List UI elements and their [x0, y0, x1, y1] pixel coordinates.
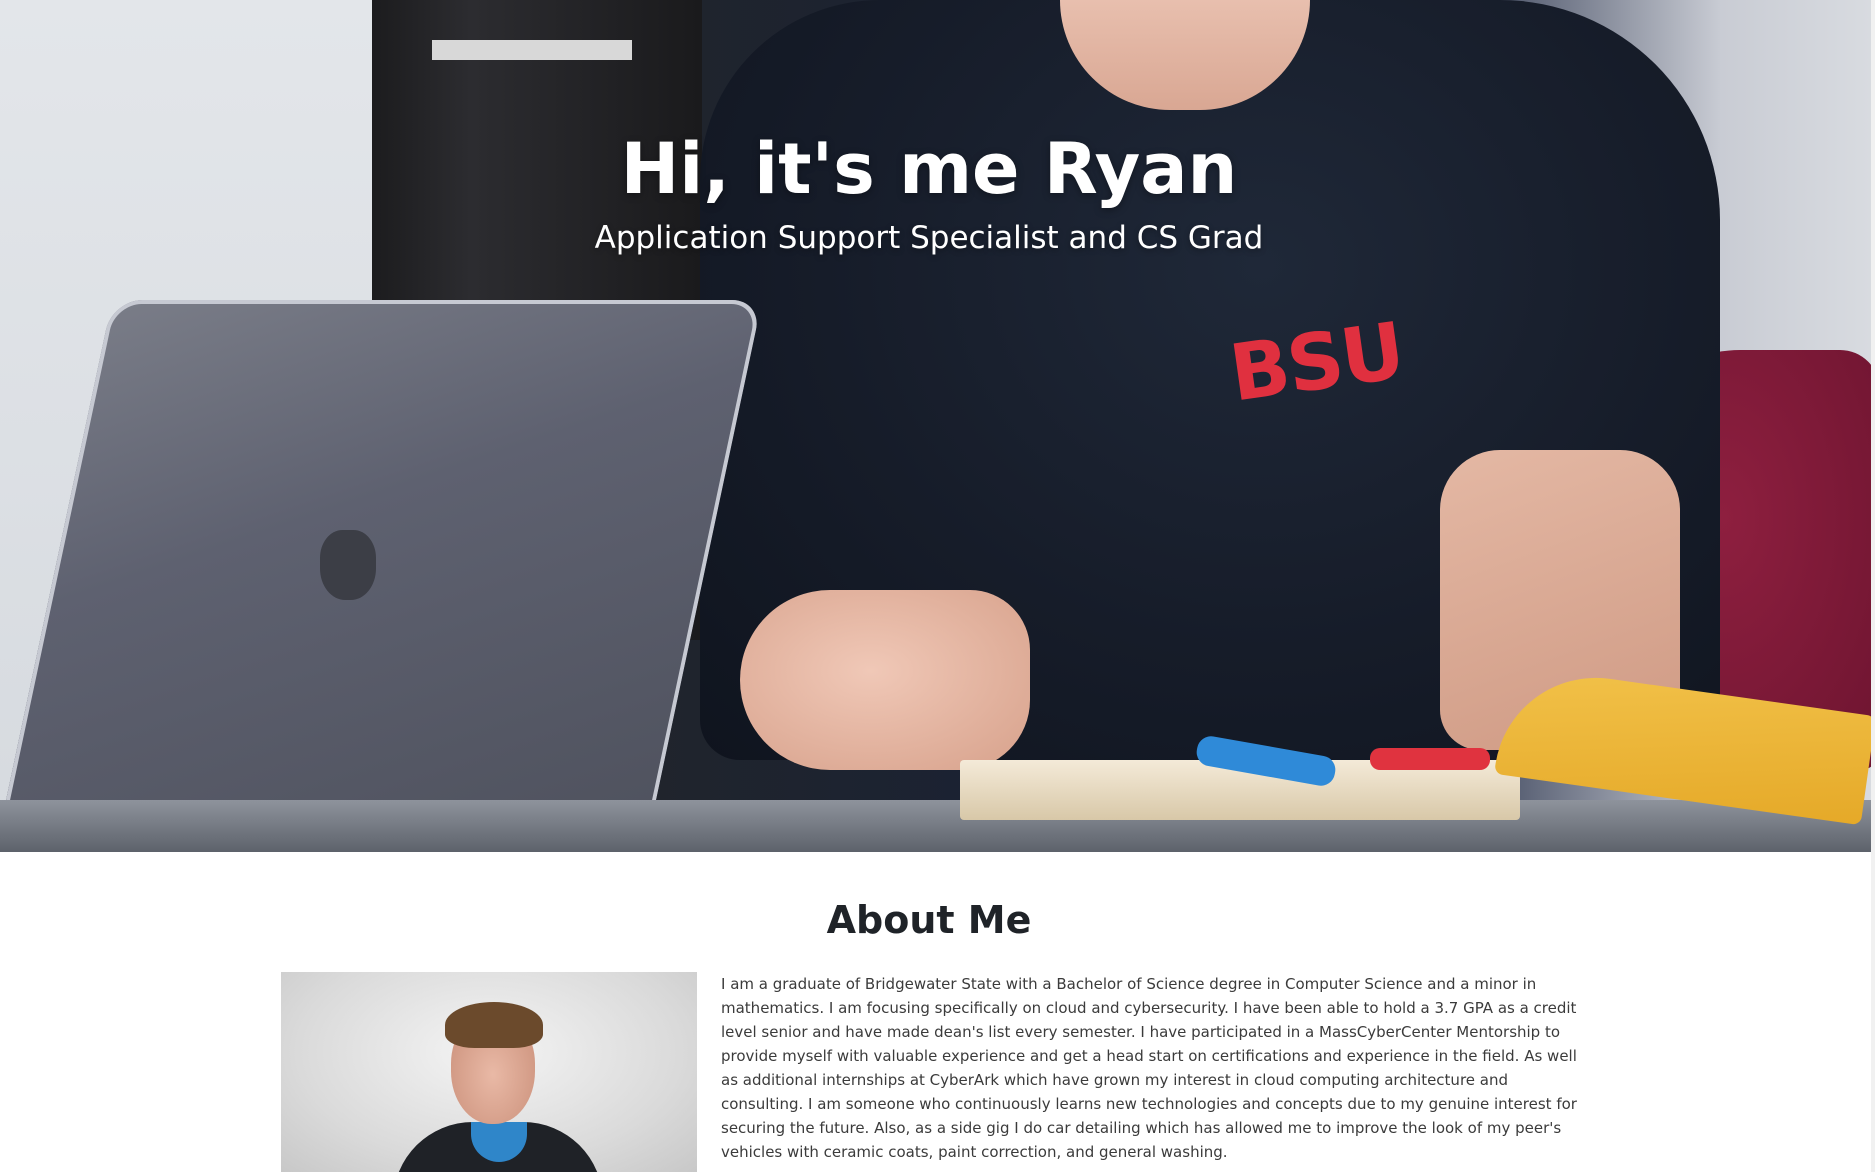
apple-logo-icon [320, 530, 376, 600]
profile-photo-hair [445, 1002, 543, 1048]
about-section-title: About Me [826, 898, 1032, 942]
about-description: I am a graduate of Bridgewater State wit… [721, 975, 1577, 1161]
hero-red-marker [1370, 748, 1490, 770]
hero-desk [0, 800, 1871, 852]
hero-subtitle: Application Support Specialist and CS Gr… [594, 220, 1264, 256]
hero-laptop [0, 300, 763, 830]
page-scrollbar[interactable] [1871, 0, 1875, 1172]
hero-title: Hi, it's me Ryan [620, 128, 1238, 210]
profile-photo [281, 972, 697, 1172]
hero-person-hand [740, 590, 1030, 770]
